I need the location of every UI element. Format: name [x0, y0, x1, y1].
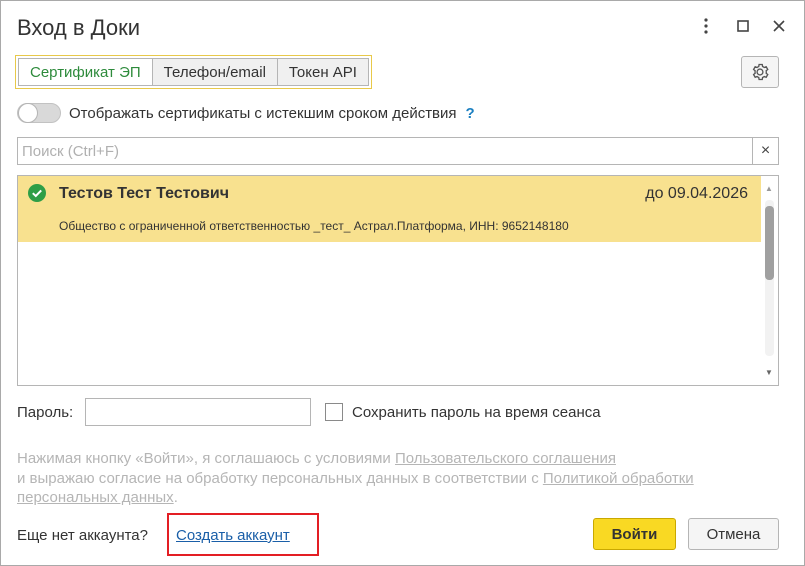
agreement-text-part: и выражаю согласие на обработку персонал… [17, 469, 543, 487]
tab-token-api[interactable]: Токен API [276, 58, 369, 86]
dialog-title: Вход в Доки [17, 15, 140, 40]
close-icon[interactable] [766, 13, 792, 39]
search-input[interactable] [18, 138, 754, 164]
save-password-checkbox[interactable] [325, 403, 343, 421]
tab-phone-email[interactable]: Телефон/email [151, 58, 278, 86]
tab-certificate[interactable]: Сертификат ЭП [18, 58, 153, 86]
scroll-up-icon[interactable]: ▲ [765, 184, 773, 193]
agreement-text-part: Нажимая кнопку «Войти», я соглашаюсь с у… [17, 450, 395, 467]
certificate-organization: Общество с ограниченной ответственностью… [59, 219, 569, 233]
gear-icon [752, 63, 769, 81]
list-scrollbar[interactable]: ▲ ▼ [761, 176, 778, 385]
expired-toggle-label: Отображать сертификаты с истекшим сроком… [69, 104, 457, 122]
agreement-text: Нажимая кнопку «Войти», я соглашаюсь с у… [17, 449, 717, 508]
clear-search-icon[interactable]: × [752, 138, 778, 164]
check-circle-icon [28, 184, 46, 202]
toggle-knob [18, 103, 38, 123]
save-password-label: Сохранить пароль на время сеанса [352, 404, 601, 421]
scroll-thumb[interactable] [765, 206, 774, 280]
password-input[interactable] [85, 398, 311, 426]
login-button[interactable]: Войти [593, 518, 676, 550]
certificate-row[interactable]: Тестов Тест Тестович до 09.04.2026 Общес… [18, 176, 762, 242]
agreement-text-part: . [173, 489, 178, 506]
certificate-owner: Тестов Тест Тестович [59, 185, 230, 202]
expired-toggle-row: Отображать сертификаты с истекшим сроком… [17, 102, 475, 124]
password-label: Пароль: [17, 404, 74, 421]
certificate-list: Тестов Тест Тестович до 09.04.2026 Общес… [17, 175, 779, 386]
user-agreement-link[interactable]: Пользовательского соглашения [395, 450, 616, 467]
login-method-tabs: Сертификат ЭП Телефон/email Токен API [15, 55, 372, 89]
settings-button[interactable] [741, 56, 779, 88]
expired-certs-toggle[interactable] [17, 103, 61, 123]
more-menu-icon[interactable] [693, 13, 719, 39]
cancel-button[interactable]: Отмена [688, 518, 779, 550]
maximize-icon[interactable] [730, 13, 756, 39]
certificate-valid-until: до 09.04.2026 [645, 185, 748, 202]
create-account-link[interactable]: Создать аккаунт [176, 527, 290, 544]
no-account-text: Еще нет аккаунта? [17, 527, 148, 544]
scroll-down-icon[interactable]: ▼ [765, 368, 773, 377]
search-box: × [17, 137, 779, 165]
login-dialog: Вход в Доки Сертификат ЭП Телефон/email … [0, 0, 805, 566]
help-icon[interactable]: ? [466, 105, 475, 122]
